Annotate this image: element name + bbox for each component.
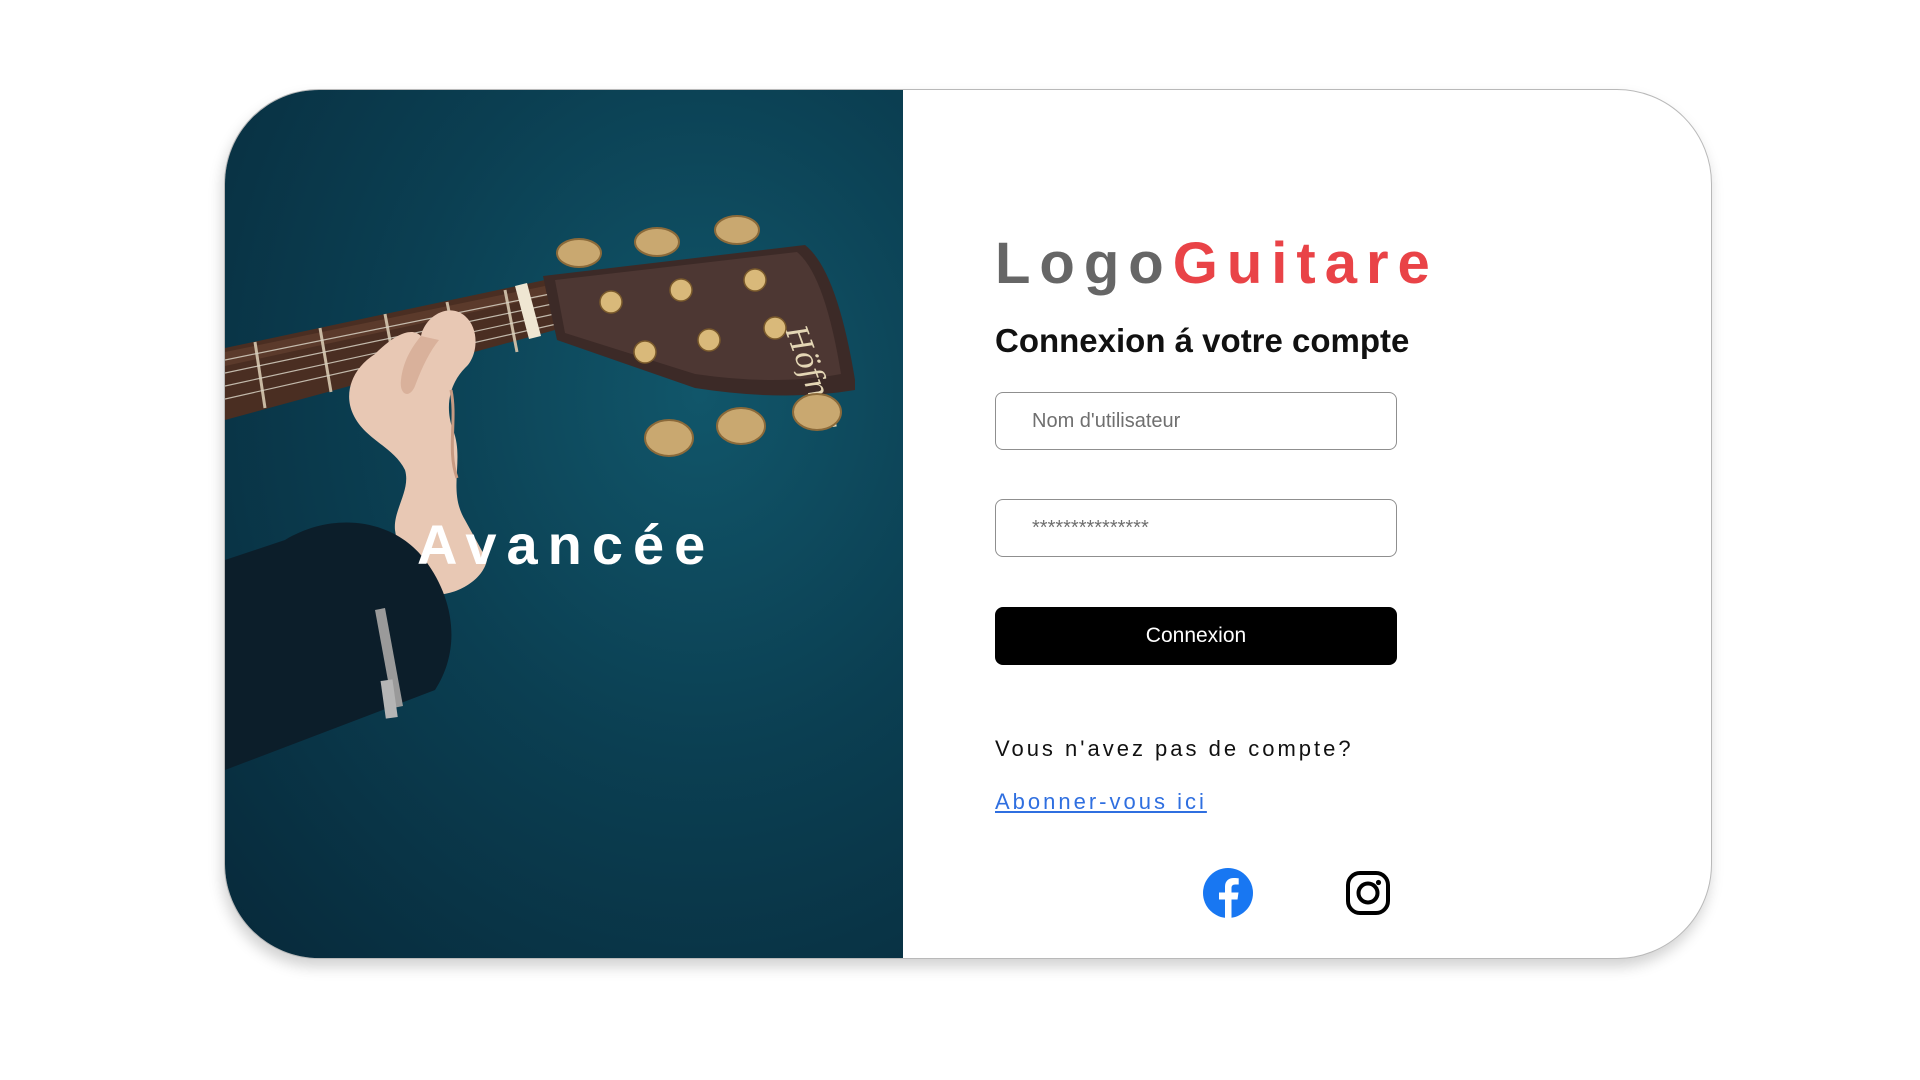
logo-part-1: Logo [995,231,1173,296]
username-input[interactable] [995,392,1397,450]
instagram-icon[interactable] [1343,868,1393,918]
form-heading: Connexion á votre compte [995,322,1410,359]
logo-part-2: Guitare [1172,231,1439,296]
hero-title: Avancée [417,513,716,576]
login-button[interactable]: Connexion [995,607,1397,665]
signup-link[interactable]: Abonner-vous ici [995,789,1207,815]
login-card: Höfner Avancée LogoGuitare Connexion á v… [224,89,1712,959]
password-input[interactable] [995,499,1397,557]
login-form: LogoGuitare Connexion á votre compte Con… [995,90,1595,958]
facebook-icon[interactable] [1203,868,1253,918]
no-account-text: Vous n'avez pas de compte? [995,736,1354,761]
logo: LogoGuitare [995,230,1439,297]
hero-panel: Höfner Avancée [225,90,903,958]
